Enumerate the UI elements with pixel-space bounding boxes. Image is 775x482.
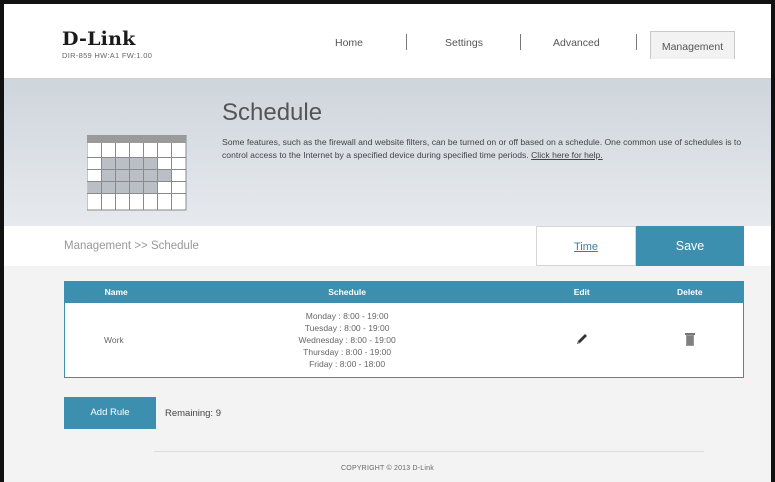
column-header-delete: Delete: [636, 281, 744, 303]
model-info: DIR-859 HW:A1 FW:1.00: [62, 51, 153, 60]
column-header-name: Name: [64, 281, 168, 303]
nav-advanced[interactable]: Advanced: [553, 37, 600, 49]
schedule-day: Monday : 8:00 - 19:00: [305, 310, 389, 321]
remaining-count: Remaining: 9: [165, 408, 221, 419]
table-row: Work Monday : 8:00 - 19:00 Tuesday : 8:0…: [65, 303, 744, 378]
description-text: Some features, such as the firewall and …: [222, 137, 742, 160]
nav-management[interactable]: Management: [650, 31, 735, 59]
add-rule-button[interactable]: Add Rule: [64, 397, 156, 429]
pencil-icon[interactable]: [574, 331, 590, 347]
schedule-day: Thursday : 8:00 - 19:00: [303, 346, 392, 357]
copyright-text: COPYRIGHT © 2013 D-Link: [341, 465, 434, 472]
save-button[interactable]: Save: [636, 226, 744, 266]
page-title: Schedule: [222, 99, 323, 126]
nav-divider: [636, 34, 637, 50]
schedule-day: Tuesday : 8:00 - 19:00: [304, 322, 390, 333]
nav-settings[interactable]: Settings: [445, 37, 483, 49]
nav-divider: [520, 34, 521, 50]
footer-divider: [154, 451, 704, 452]
rule-name: Work: [104, 334, 124, 345]
column-header-edit: Edit: [526, 281, 637, 303]
rule-schedule: Monday : 8:00 - 19:00 Tuesday : 8:00 - 1…: [167, 303, 526, 378]
content-area: Name Schedule Edit Delete Work Monday : …: [4, 266, 771, 482]
page-banner: Schedule Some features, such as the fire…: [4, 78, 771, 226]
table-header-row: Name Schedule Edit Delete: [64, 281, 744, 303]
nav-divider: [406, 34, 407, 50]
breadcrumb: Management >> Schedule: [64, 240, 199, 252]
schedule-table: Name Schedule Edit Delete Work Monday : …: [64, 281, 744, 378]
schedule-day: Wednesday : 8:00 - 19:00: [298, 334, 396, 345]
edit-cell: [527, 303, 637, 378]
page-description: Some features, such as the firewall and …: [222, 136, 744, 162]
time-link[interactable]: Time: [536, 226, 636, 266]
trash-icon[interactable]: [683, 331, 697, 347]
toolbar: Management >> Schedule Time Save: [4, 226, 771, 266]
column-header-schedule: Schedule: [167, 281, 527, 303]
page-frame: D-Link DIR-859 HW:A1 FW:1.00 Home Settin…: [0, 0, 775, 482]
delete-cell: [637, 303, 744, 378]
help-link[interactable]: Click here for help.: [531, 150, 603, 160]
dlink-logo: D-Link: [62, 28, 136, 50]
calendar-icon: [87, 135, 187, 211]
schedule-day: Friday : 8:00 - 18:00: [309, 358, 386, 369]
header: D-Link DIR-859 HW:A1 FW:1.00 Home Settin…: [4, 4, 771, 78]
nav-home[interactable]: Home: [335, 37, 363, 49]
